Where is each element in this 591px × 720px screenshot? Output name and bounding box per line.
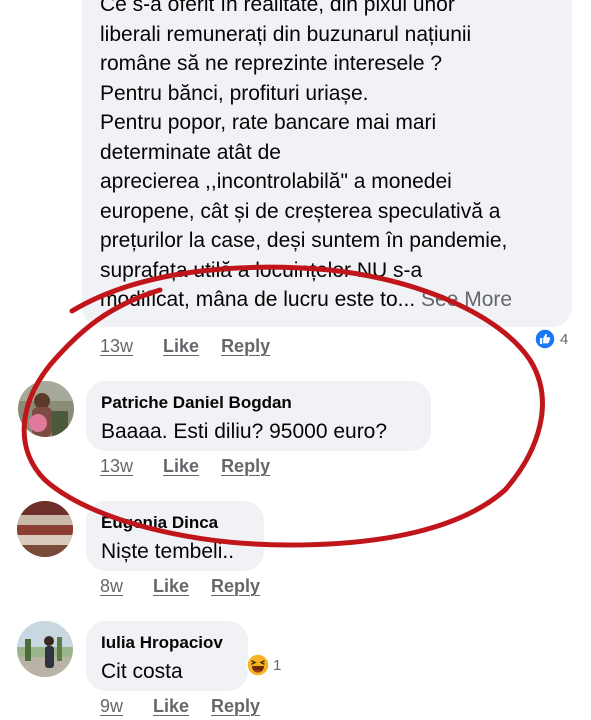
comment-text: Niște tembeli.. — [101, 540, 235, 563]
comment-time[interactable]: 8w — [100, 576, 123, 597]
comment-1-line: europene, cât și de creșterea speculativ… — [100, 199, 501, 223]
like-button[interactable]: Like — [163, 336, 199, 357]
reaction-count: 1 — [273, 656, 282, 674]
reaction-badge-1[interactable]: 4 — [534, 328, 568, 350]
comment-1-line: aprecierea ,,incontrolabilă" a monedei — [100, 170, 452, 193]
comment-time[interactable]: 9w — [100, 696, 123, 717]
comment-bubble-4: Iulia Hropaciov Cit costa — [86, 621, 248, 691]
see-more-link[interactable]: See More — [421, 288, 512, 311]
like-button[interactable]: Like — [153, 576, 189, 597]
reply-button[interactable]: Reply — [211, 576, 260, 597]
reply-button[interactable]: Reply — [221, 456, 270, 477]
comment-text: Baaaa. Esti diliu? 95000 euro? — [101, 420, 388, 443]
comment-author[interactable]: Iulia Hropaciov — [101, 633, 223, 653]
avatar-photo-3 — [17, 621, 73, 677]
comment-4-actions: 9w Like Reply — [100, 696, 282, 717]
comment-1-line: determinate atât de — [100, 140, 281, 164]
comment-bubble-2: Patriche Daniel Bogdan Baaaa. Esti diliu… — [86, 381, 431, 451]
comment-1-line: liberali remunerați din buzunarul națiun… — [100, 22, 472, 46]
laugh-reaction-icon — [246, 653, 270, 677]
comment-3-actions: 8w Like Reply — [100, 576, 282, 597]
like-reaction-icon — [534, 328, 556, 350]
reaction-count: 4 — [560, 330, 569, 348]
comment-1-line: suprafața utilă a locuințelor NU s-a — [100, 258, 423, 282]
comment-bubble-1: Ce s-a oferit în realitate, din pixul un… — [82, 0, 572, 327]
comment-text: Cit costa — [101, 660, 183, 683]
like-button[interactable]: Like — [153, 696, 189, 717]
avatar[interactable] — [17, 501, 73, 557]
comment-1-last-line: modificat, mâna de lucru este to... See … — [100, 285, 512, 315]
avatar-photo-2 — [17, 501, 73, 557]
comment-author[interactable]: Patriche Daniel Bogdan — [101, 393, 292, 413]
avatar[interactable] — [18, 381, 74, 437]
comment-1-line: Ce s-a oferit în realitate, din pixul un… — [100, 0, 455, 16]
comment-2-actions: 13w Like Reply — [100, 456, 292, 477]
reaction-badge-4[interactable]: 1 — [246, 653, 281, 677]
comment-1-line: Pentru popor, rate bancare mai mari — [100, 111, 437, 134]
avatar-photo-1 — [18, 381, 74, 437]
comment-1-actions: 13w Like Reply — [100, 336, 292, 357]
reply-button[interactable]: Reply — [211, 696, 260, 717]
comment-1-line: prețurilor la case, deși suntem în pande… — [100, 229, 508, 252]
comment-time[interactable]: 13w — [100, 336, 133, 357]
comment-1-line: române să ne reprezinte interesele ? — [100, 52, 443, 75]
comment-time[interactable]: 13w — [100, 456, 133, 477]
comment-bubble-3: Eugenia Dinca Niște tembeli.. — [86, 501, 264, 571]
comment-1-last-line-text: modificat, mâna de lucru este to... — [100, 288, 416, 311]
like-button[interactable]: Like — [163, 456, 199, 477]
reply-button[interactable]: Reply — [221, 336, 270, 357]
avatar[interactable] — [17, 621, 73, 677]
comment-author[interactable]: Eugenia Dinca — [101, 513, 218, 533]
comment-1-line: Pentru bănci, profituri uriașe. — [100, 81, 369, 105]
